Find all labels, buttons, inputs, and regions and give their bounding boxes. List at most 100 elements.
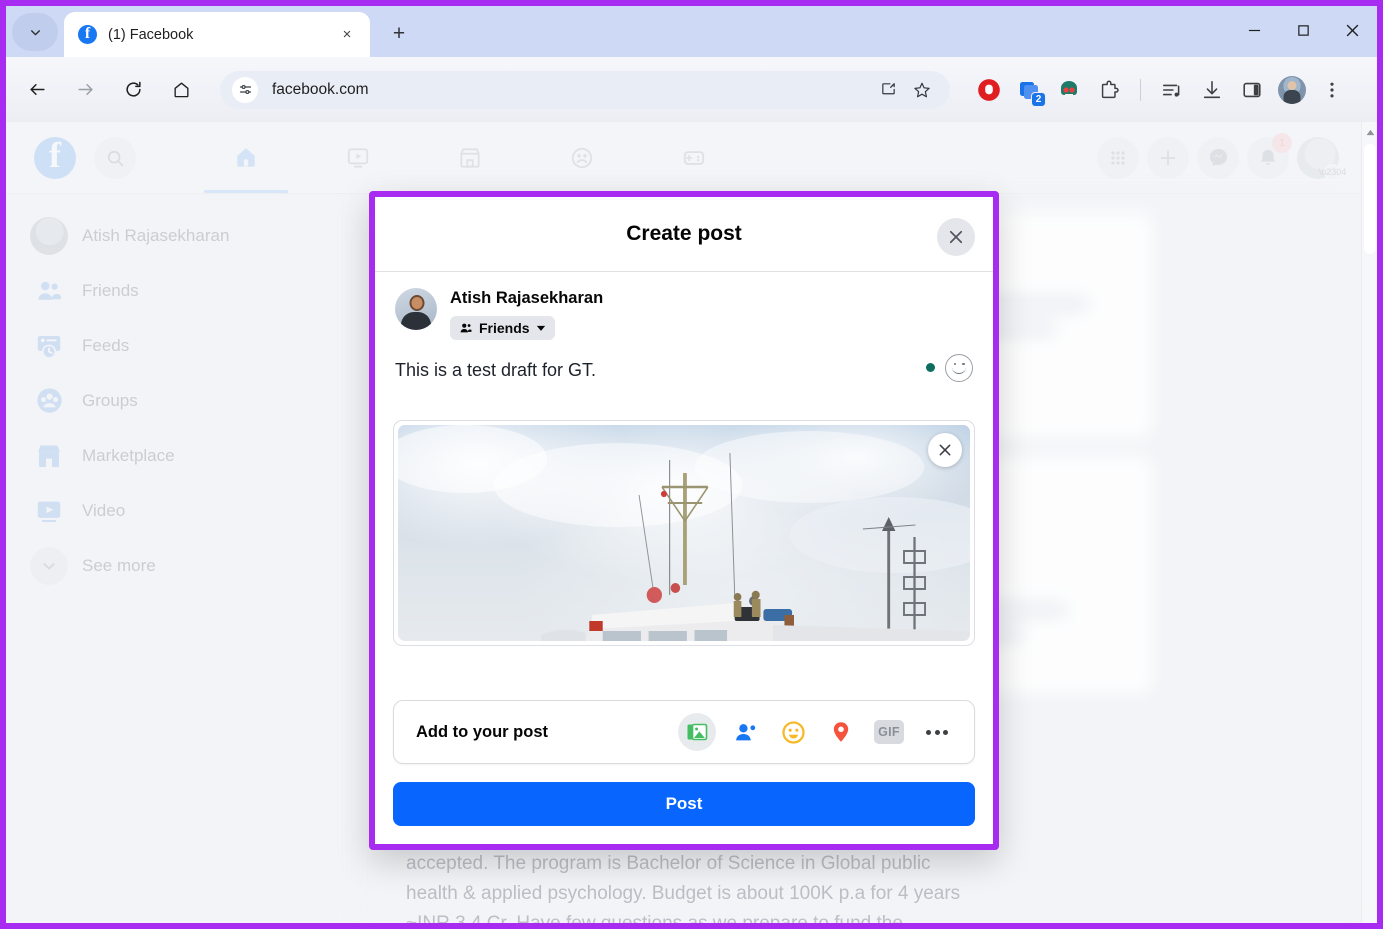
nav-tab-video[interactable] xyxy=(302,122,414,193)
media-preview[interactable] xyxy=(393,419,975,646)
scrollbar-thumb[interactable] xyxy=(1364,144,1376,254)
audience-selector[interactable]: Friends xyxy=(450,315,555,340)
feeling-activity-button[interactable] xyxy=(774,713,812,751)
tag-people-button[interactable] xyxy=(726,713,764,751)
minimize-icon xyxy=(1248,29,1261,31)
nav-tab-home[interactable] xyxy=(190,122,302,193)
facebook-search-button[interactable] xyxy=(94,136,136,179)
sidebar-item-label: Groups xyxy=(82,390,138,410)
composer-actions xyxy=(926,353,973,382)
emoji-smiley-icon[interactable] xyxy=(945,353,973,382)
ellipsis-icon xyxy=(926,729,948,735)
post-button[interactable]: Post xyxy=(393,782,975,826)
messenger-icon xyxy=(1209,148,1227,167)
menu-grid-button[interactable] xyxy=(1097,136,1139,179)
nav-tab-groups[interactable] xyxy=(526,122,638,193)
tune-icon xyxy=(239,84,251,95)
sidebar-item-see-more[interactable]: See more xyxy=(6,538,354,593)
marketplace-glyph xyxy=(38,445,60,467)
downloads-icon[interactable] xyxy=(1197,75,1227,105)
sidebar-item-profile[interactable]: Atish Rajasekharan xyxy=(6,208,354,263)
composer[interactable]: This is a test draft for GT. xyxy=(375,340,993,406)
skull-glyph xyxy=(1061,80,1077,97)
three-dot-menu[interactable] xyxy=(1317,75,1347,105)
ship-photo-preview xyxy=(398,424,970,641)
nav-tab-marketplace[interactable] xyxy=(414,122,526,193)
side-panel-glyph xyxy=(1243,82,1261,97)
chrome-profile-avatar[interactable] xyxy=(1277,75,1307,105)
bookmark-star-icon[interactable] xyxy=(906,74,938,106)
remove-media-button[interactable] xyxy=(928,432,962,467)
maximize-icon xyxy=(1298,24,1309,36)
forward-button[interactable] xyxy=(68,73,102,107)
skull-extension-icon[interactable] xyxy=(1054,75,1084,105)
arrow-right-icon xyxy=(77,83,93,96)
messenger-button[interactable] xyxy=(1197,136,1239,179)
tab-manager-extension-icon[interactable]: 2 xyxy=(1014,75,1046,107)
add-to-post-actions: GIF xyxy=(678,713,956,751)
notification-badge: 1 xyxy=(1272,132,1292,153)
photo-video-button[interactable] xyxy=(678,713,716,751)
marketplace-icon xyxy=(460,147,480,168)
facebook-favicon: f xyxy=(78,25,97,44)
account-avatar[interactable]: \u2304 xyxy=(1297,136,1346,181)
sidebar-item-marketplace[interactable]: Marketplace xyxy=(6,428,354,483)
marketplace-icon xyxy=(30,437,68,475)
close-icon xyxy=(1346,24,1359,36)
nav-tab-gaming[interactable] xyxy=(638,122,750,193)
sidebar-item-label: Atish Rajasekharan xyxy=(82,225,230,245)
browser-tab-facebook[interactable]: f (1) Facebook × xyxy=(64,12,370,57)
home-button[interactable] xyxy=(164,73,198,107)
post-text-input[interactable]: This is a test draft for GT. xyxy=(395,358,973,406)
omnibox-actions xyxy=(872,74,938,106)
site-settings-icon[interactable] xyxy=(232,76,258,103)
create-button[interactable] xyxy=(1147,136,1189,179)
sidebar-item-groups[interactable]: Groups xyxy=(6,373,354,428)
avatar[interactable] xyxy=(395,288,437,330)
tab-close-button[interactable]: × xyxy=(334,22,360,48)
chevron-down-icon: \u2304 xyxy=(1319,163,1346,181)
author-row: Atish Rajasekharan Friends xyxy=(375,272,993,340)
sidebar-item-label: Marketplace xyxy=(82,445,175,465)
playlist-icon xyxy=(1162,84,1180,97)
reload-button[interactable] xyxy=(116,73,150,107)
browser-window: f (1) Facebook × + facebook.com 2 f 1 \u… xyxy=(0,0,1383,929)
gif-button[interactable]: GIF xyxy=(870,713,908,751)
profile-photo xyxy=(1278,75,1306,104)
back-button[interactable] xyxy=(20,73,54,107)
install-app-icon[interactable] xyxy=(872,74,904,106)
location-pin-icon xyxy=(833,722,849,742)
video-icon xyxy=(30,492,68,530)
audience-label: Friends xyxy=(479,319,530,336)
maximize-button[interactable] xyxy=(1279,6,1328,54)
search-icon xyxy=(107,150,124,166)
feeds-glyph xyxy=(37,335,61,359)
side-panel-icon[interactable] xyxy=(1237,75,1267,105)
check-in-button[interactable] xyxy=(822,713,860,751)
gaming-icon xyxy=(683,150,705,165)
page-title: Create post xyxy=(626,222,742,245)
more-options-button[interactable] xyxy=(918,713,956,751)
sidebar-item-friends[interactable]: Friends xyxy=(6,263,354,318)
close-window-button[interactable] xyxy=(1328,6,1377,54)
tab-search-button[interactable] xyxy=(12,13,58,51)
browser-toolbar: facebook.com 2 xyxy=(6,57,1377,122)
add-to-post-label: Add to your post xyxy=(416,722,548,741)
media-playlist-icon[interactable] xyxy=(1157,75,1187,105)
sidebar-item-feeds[interactable]: Feeds xyxy=(6,318,354,373)
notifications-button[interactable]: 1 xyxy=(1247,132,1292,179)
adblock-extension-icon[interactable] xyxy=(974,75,1004,105)
groups-icon xyxy=(571,147,593,168)
minimize-button[interactable] xyxy=(1230,6,1279,54)
scroll-up-arrow[interactable] xyxy=(1362,122,1377,142)
new-tab-button[interactable]: + xyxy=(382,17,416,51)
extensions-puzzle-icon[interactable] xyxy=(1094,75,1124,105)
close-icon xyxy=(939,444,951,456)
close-dialog-button[interactable] xyxy=(937,218,975,256)
address-bar[interactable]: facebook.com xyxy=(220,70,950,109)
page-scrollbar[interactable] xyxy=(1361,122,1377,923)
photo-icon xyxy=(687,723,708,741)
facebook-logo[interactable]: f xyxy=(34,136,76,179)
extensions-area: 2 xyxy=(974,75,1347,107)
sidebar-item-video[interactable]: Video xyxy=(6,483,354,538)
